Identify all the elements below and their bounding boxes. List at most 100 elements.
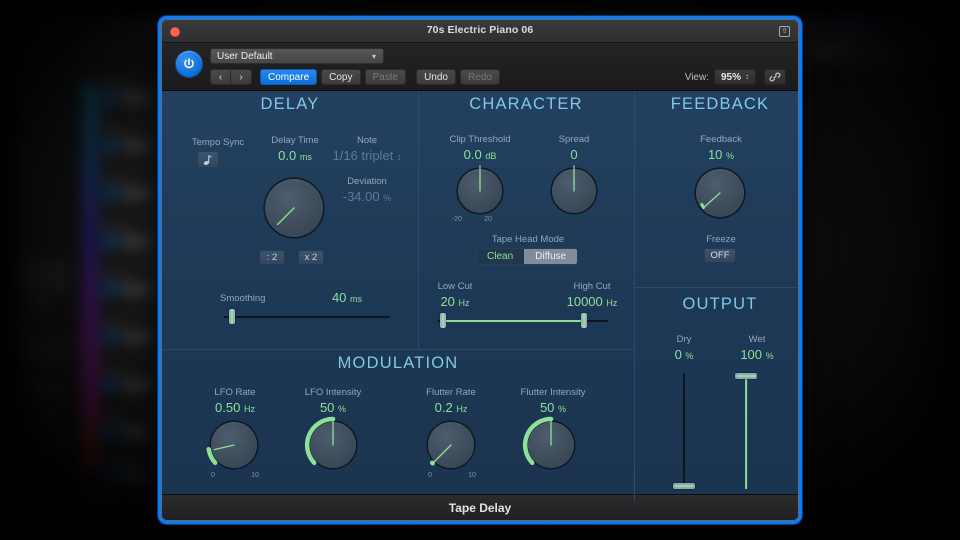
feedback-number: 10 bbox=[707, 147, 723, 162]
clip-threshold-tick-max: 20 bbox=[484, 216, 492, 223]
flutter-intensity-label: Flutter Intensity bbox=[520, 387, 586, 398]
freeze-toggle[interactable]: OFF bbox=[704, 248, 736, 263]
plugin-footer: Tape Delay bbox=[162, 494, 798, 520]
stepper-arrows-icon: ↕ bbox=[745, 72, 749, 81]
lfo-intensity-knob[interactable] bbox=[304, 416, 356, 468]
low-cut-handle[interactable] bbox=[440, 313, 446, 328]
lfo-intensity-label: LFO Intensity bbox=[304, 387, 362, 398]
window-title: 70s Electric Piano 06 bbox=[426, 24, 534, 36]
tape-head-mode-clean[interactable]: Clean bbox=[476, 249, 525, 264]
wet-number: 100 bbox=[740, 347, 763, 362]
tape-head-mode-segmented: Clean Diffuse bbox=[475, 248, 579, 265]
smoothing-unit: ms bbox=[350, 294, 363, 304]
feedback-knob-pointer bbox=[700, 192, 721, 209]
lfo-rate-knob-arc bbox=[206, 444, 235, 466]
plugin-title-bar: 70s Electric Piano 06 ⇧ bbox=[162, 20, 798, 43]
flutter-rate-value[interactable]: 0.2 Hz bbox=[396, 400, 506, 415]
wet-fader[interactable] bbox=[732, 373, 760, 489]
flutter-intensity-value[interactable]: 50 % bbox=[495, 400, 611, 415]
smoothing-slider-handle[interactable] bbox=[229, 309, 235, 324]
compare-button[interactable]: Compare bbox=[260, 69, 318, 85]
spread-value[interactable]: 0 bbox=[524, 147, 624, 162]
note-icon bbox=[203, 155, 212, 165]
spread-knob[interactable] bbox=[552, 165, 596, 213]
high-cut-handle[interactable] bbox=[581, 313, 587, 328]
flutter-rate-knob[interactable] bbox=[428, 422, 474, 468]
delay-time-knob[interactable] bbox=[265, 179, 323, 237]
smoothing-value[interactable]: 40 ms bbox=[312, 290, 382, 305]
spread-knob-pointer bbox=[573, 165, 575, 192]
high-cut-value[interactable]: 10000 Hz bbox=[549, 294, 635, 309]
dry-value[interactable]: 0 % bbox=[649, 347, 719, 362]
view-label: View: bbox=[684, 71, 709, 83]
dry-fader-handle[interactable] bbox=[673, 483, 695, 489]
feedback-unit: % bbox=[726, 151, 735, 161]
deviation-unit: % bbox=[383, 193, 392, 203]
section-title-output: OUTPUT bbox=[682, 295, 758, 313]
wet-fader-track bbox=[745, 373, 747, 489]
feedback-knob[interactable] bbox=[696, 169, 744, 217]
tape-delay-plugin-window: 70s Electric Piano 06 ⇧ User Default ▾ ‹… bbox=[158, 16, 802, 524]
dry-fader[interactable] bbox=[670, 373, 698, 489]
copy-button[interactable]: Copy bbox=[321, 69, 361, 85]
flutter-rate-number: 0.2 bbox=[434, 400, 453, 415]
wet-label: Wet bbox=[748, 334, 766, 345]
lfo-rate-tick-max: 10 bbox=[251, 472, 259, 479]
section-title-delay: DELAY bbox=[260, 95, 320, 113]
clip-threshold-tick-min: -20 bbox=[451, 216, 463, 223]
high-cut-number: 10000 bbox=[566, 294, 603, 309]
prev-preset-button[interactable]: ‹ bbox=[210, 69, 231, 85]
lfo-rate-knob[interactable] bbox=[206, 422, 257, 468]
plugin-name: Tape Delay bbox=[448, 500, 512, 515]
background-inspector-controls bbox=[18, 250, 82, 510]
flutter-rate-knob-arc bbox=[429, 444, 452, 466]
deviation-value[interactable]: -34.00 % bbox=[312, 189, 422, 204]
note-value[interactable]: 1/16 triplet ↕ bbox=[310, 148, 424, 163]
toolbar-button-row: ‹ › Compare Copy Paste Undo Redo bbox=[210, 69, 504, 85]
deviation-number: -34.00 bbox=[342, 189, 380, 204]
delay-time-number: 0.0 bbox=[278, 148, 297, 163]
section-title-feedback: FEEDBACK bbox=[670, 95, 770, 113]
feedback-value[interactable]: 10 % bbox=[666, 147, 776, 162]
flutter-intensity-knob[interactable] bbox=[522, 416, 574, 468]
lfo-rate-value[interactable]: 0.50 Hz bbox=[180, 400, 290, 415]
plugin-control-bar: User Default ▾ ‹ › Compare Copy Paste Un… bbox=[162, 43, 798, 91]
low-cut-unit: Hz bbox=[458, 298, 470, 308]
wet-unit: % bbox=[765, 351, 774, 361]
divider-output-left bbox=[634, 287, 635, 502]
power-button[interactable] bbox=[176, 51, 202, 77]
dry-number: 0 bbox=[674, 347, 682, 362]
smoothing-slider[interactable] bbox=[224, 309, 390, 324]
wet-fader-handle[interactable] bbox=[735, 373, 757, 379]
section-title-character: CHARACTER bbox=[469, 95, 583, 113]
clip-threshold-value[interactable]: 0.0 dB bbox=[430, 147, 530, 162]
redo-button[interactable]: Redo bbox=[459, 69, 500, 85]
delay-divide-2-button[interactable]: : 2 bbox=[259, 250, 285, 265]
dry-label: Dry bbox=[676, 334, 692, 345]
low-cut-value[interactable]: 20 Hz bbox=[415, 294, 495, 309]
delay-multiply-2-button[interactable]: x 2 bbox=[298, 250, 324, 265]
next-preset-button[interactable]: › bbox=[231, 69, 252, 85]
link-button[interactable] bbox=[764, 69, 786, 85]
clip-threshold-knob[interactable] bbox=[458, 165, 502, 213]
high-cut-unit: Hz bbox=[606, 298, 618, 308]
view-zoom-stepper[interactable]: 95% ↕ bbox=[713, 69, 756, 85]
lfo-rate-unit: Hz bbox=[243, 404, 255, 414]
cut-range-slider[interactable] bbox=[438, 313, 608, 328]
tape-head-mode-diffuse[interactable]: Diffuse bbox=[524, 249, 578, 264]
preset-select[interactable]: User Default ▾ bbox=[210, 48, 384, 64]
tempo-sync-button[interactable] bbox=[197, 151, 219, 168]
smoothing-label: Smoothing bbox=[220, 293, 266, 304]
clip-threshold-unit: dB bbox=[485, 151, 497, 161]
lfo-intensity-unit: % bbox=[338, 404, 347, 414]
wet-value[interactable]: 100 % bbox=[719, 347, 795, 362]
paste-button[interactable]: Paste bbox=[364, 69, 407, 85]
power-icon bbox=[184, 58, 194, 69]
expand-icon[interactable]: ⇧ bbox=[779, 26, 790, 37]
flutter-intensity-number: 50 bbox=[539, 400, 555, 415]
flutter-intensity-knob-arc bbox=[522, 416, 554, 466]
delay-time-knob-pointer bbox=[276, 207, 295, 226]
high-cut-label: High Cut bbox=[573, 281, 611, 292]
undo-button[interactable]: Undo bbox=[416, 69, 456, 85]
lfo-intensity-value[interactable]: 50 % bbox=[278, 400, 388, 415]
